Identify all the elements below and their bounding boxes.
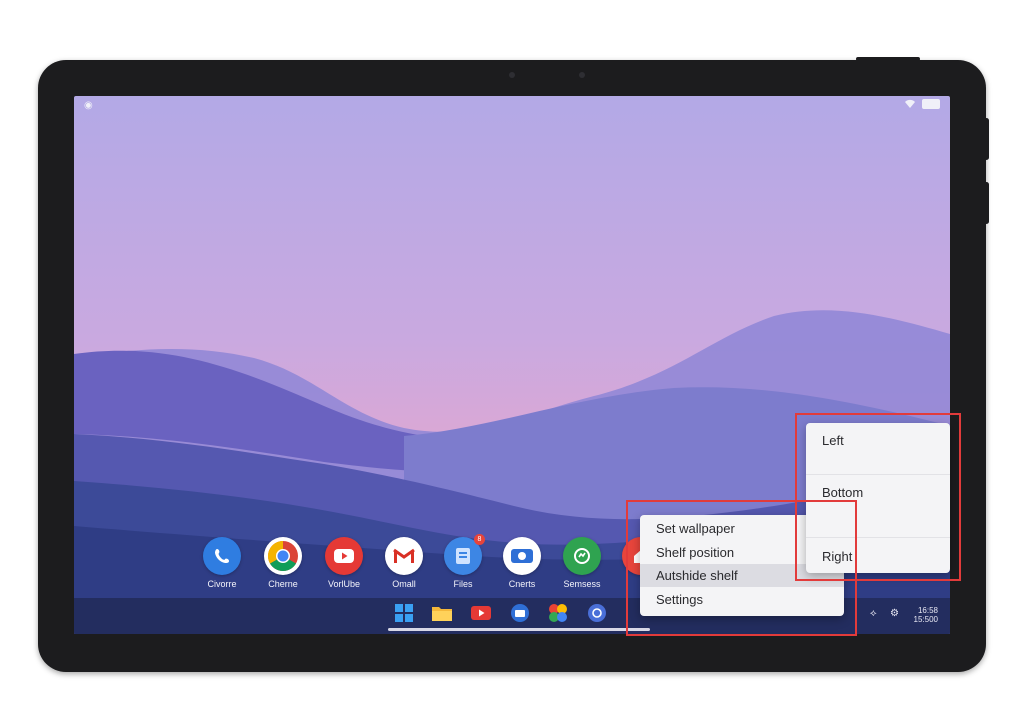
youtube-icon[interactable] <box>471 603 491 623</box>
app-label: Omall <box>392 579 416 589</box>
wifi-icon <box>905 99 915 108</box>
app-files[interactable]: 8 Files <box>433 534 493 589</box>
status-dot-icon: ◉ <box>84 100 93 111</box>
app-label: Civorre <box>207 579 237 589</box>
app-label: Cherne <box>268 579 298 589</box>
app-messages[interactable]: Semsess <box>552 537 612 589</box>
clock-time: 16:58 <box>917 606 938 615</box>
notification-badge: 8 <box>474 534 485 545</box>
clock-date: 15:500 <box>913 615 938 624</box>
app-camera[interactable]: Cnerts <box>492 537 552 589</box>
store-icon[interactable] <box>510 603 530 623</box>
front-camera <box>509 72 515 78</box>
app-label: VorlUbe <box>327 579 361 589</box>
app-phone[interactable]: Civorre <box>192 537 252 589</box>
home-indicator[interactable] <box>388 628 650 631</box>
status-tray <box>904 99 940 109</box>
app-youtube[interactable]: VorlUbe <box>314 537 374 589</box>
app-label: Cnerts <box>508 579 536 589</box>
camera-icon <box>503 537 541 575</box>
volume-up-button <box>984 118 989 160</box>
gmail-icon <box>385 537 423 575</box>
highlight-box-submenu <box>795 413 961 581</box>
battery-icon <box>922 99 940 109</box>
phone-icon <box>203 537 241 575</box>
folder-icon[interactable] <box>432 603 452 623</box>
files-icon: 8 <box>444 534 485 575</box>
app-label: Files <box>453 579 473 589</box>
app-label: Semsess <box>563 579 601 589</box>
settings-icon[interactable]: ⚙ <box>890 608 899 619</box>
youtube-icon <box>325 537 363 575</box>
volume-down-button <box>984 182 989 224</box>
app-chrome[interactable]: Cherne <box>253 537 313 589</box>
windows-icon[interactable] <box>394 603 414 623</box>
power-button <box>856 57 920 61</box>
pointer-icon[interactable]: ⟡ <box>870 608 877 619</box>
assistant-icon[interactable] <box>587 603 607 623</box>
chrome-icon <box>264 537 302 575</box>
app-gmail[interactable]: Omall <box>374 537 434 589</box>
messages-icon <box>563 537 601 575</box>
front-sensor <box>579 72 585 78</box>
photos-icon[interactable] <box>548 603 568 623</box>
clock[interactable]: 16:58 15:500 <box>914 606 938 624</box>
